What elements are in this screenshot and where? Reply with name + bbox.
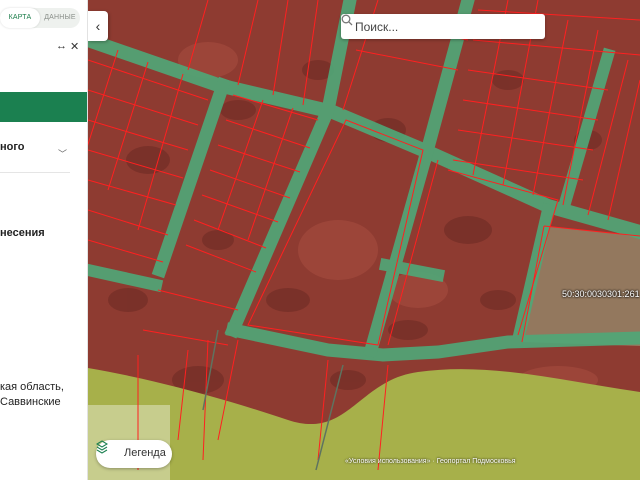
divider (0, 172, 70, 173)
cadastral-number-label: 50:30:0030301:261 (562, 289, 640, 299)
expand-panel-icon[interactable]: ↔ (56, 40, 67, 52)
side-panel: Карта Данные ↔ ✕ ного ﹀ несения кая обла… (0, 0, 88, 480)
collapse-panel-button[interactable]: ‹ (88, 11, 108, 41)
row-title: несения (0, 227, 45, 239)
address-line-1: кая область, (0, 381, 64, 393)
legend-label: Легенда (124, 447, 166, 459)
tab-map[interactable]: Карта (0, 8, 40, 28)
layers-icon (96, 440, 108, 454)
address-line-2: Саввинские (0, 396, 61, 408)
view-switch: Карта Данные (0, 8, 80, 28)
tab-data[interactable]: Данные (40, 8, 80, 28)
search-icon[interactable] (341, 14, 353, 26)
map-canvas[interactable] (88, 0, 640, 480)
close-icon[interactable]: ✕ (70, 40, 79, 53)
chevron-down-icon[interactable]: ﹀ (58, 147, 67, 160)
legend-button[interactable]: Легенда (96, 440, 172, 468)
search-box[interactable]: Поиск... (341, 14, 545, 39)
section-title: ного (0, 141, 25, 153)
map-view[interactable]: ‹ Поиск... 50:30:0030301:261 Легенда «Ус… (88, 0, 640, 480)
panel-header-bar (0, 92, 87, 122)
search-input[interactable]: Поиск... (355, 20, 398, 34)
map-attribution[interactable]: «Условия использования» · Геопортал Подм… (345, 458, 516, 465)
